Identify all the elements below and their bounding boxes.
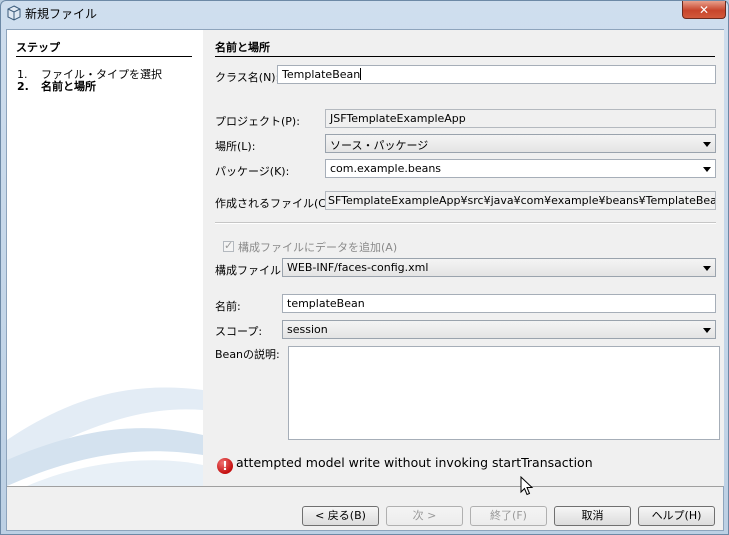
netbeans-cube-icon [7,5,21,21]
package-combobox[interactable]: com.example.beans [325,159,716,178]
cancel-button[interactable]: 取消 [554,506,631,526]
scope-selected-value: session [287,323,328,336]
dialog-client-area: ステップ 1. ファイル・タイプを選択 2. 名前と場所 名前と場所 クラス名(N)… [6,29,724,531]
chevron-down-icon [703,167,711,172]
form-divider [215,222,716,224]
location-dropdown[interactable]: ソース・パッケージ [325,134,716,153]
decorative-swoosh-graphic [7,387,203,486]
dialog-window: 新規ファイル ✕ ステップ 1. ファイル・タイプを選択 2. 名前と場所 名前と場… [0,0,729,535]
step-label: 名前と場所 [41,80,96,93]
bean-name-label: 名前: [215,300,241,313]
scope-label: スコープ: [215,325,263,338]
bean-description-label: Beanの説明: [215,348,280,361]
project-label: プロジェクト(P): [215,115,300,128]
bean-description-textarea[interactable] [288,346,720,440]
title-bar[interactable]: 新規ファイル ✕ [1,1,728,25]
config-file-dropdown[interactable]: WEB-INF/faces-config.xml [282,258,716,277]
add-config-checkbox[interactable]: ✓ [223,239,234,252]
package-label: パッケージ(K): [215,165,290,178]
scope-dropdown[interactable]: session [282,320,716,339]
next-button[interactable]: 次 > [386,506,463,526]
config-file-label: 構成ファイル: [215,264,285,277]
text-caret [360,68,362,80]
help-button[interactable]: ヘルプ(H) [638,506,715,526]
error-icon: ! [217,458,233,474]
class-name-value: TemplateBean [282,68,361,81]
chevron-down-icon [703,266,711,271]
window-title: 新規ファイル [25,7,98,21]
error-message: attempted model write without invoking s… [236,455,593,470]
steps-title: ステップ [16,39,192,57]
location-selected-value: ソース・パッケージ [330,139,429,152]
finish-button[interactable]: 終了(F) [470,506,547,526]
location-label: 場所(L): [215,140,256,153]
add-config-label: 構成ファイルにデータを追加(A) [238,241,398,254]
button-bar: < 戻る(B) 次 > 終了(F) 取消 ヘルプ(H) [7,486,723,530]
section-title: 名前と場所 [215,39,715,57]
main-form-panel: 名前と場所 クラス名(N): TemplateBean プロジェクト(P): J… [203,30,724,486]
steps-panel: ステップ 1. ファイル・タイプを選択 2. 名前と場所 [7,30,203,486]
step-number: 2. [17,80,29,93]
bean-name-input[interactable]: templateBean [282,294,716,313]
class-name-input[interactable]: TemplateBean [277,65,716,84]
add-config-checkbox-row: ✓ 構成ファイルにデータを追加(A) [223,239,397,255]
close-button[interactable]: ✕ [682,1,726,19]
config-file-selected-value: WEB-INF/faces-config.xml [287,261,429,274]
step-item-name-and-location: 2. 名前と場所 [17,78,96,94]
project-field: JSFTemplateExampleApp [325,109,716,128]
chevron-down-icon [703,328,711,333]
package-value: com.example.beans [330,162,442,175]
chevron-down-icon [703,142,711,147]
mouse-pointer-icon [520,476,534,496]
error-message-row: ! attempted model write without invoking … [217,455,593,474]
back-button[interactable]: < 戻る(B) [302,506,379,526]
created-file-label: 作成されるファイル(C): [215,197,334,210]
created-file-field: SFTemplateExampleApp¥src¥java¥com¥exampl… [325,191,716,210]
checkmark-icon: ✓ [224,239,234,252]
class-name-label: クラス名(N): [215,71,280,84]
close-icon: ✕ [698,2,710,17]
